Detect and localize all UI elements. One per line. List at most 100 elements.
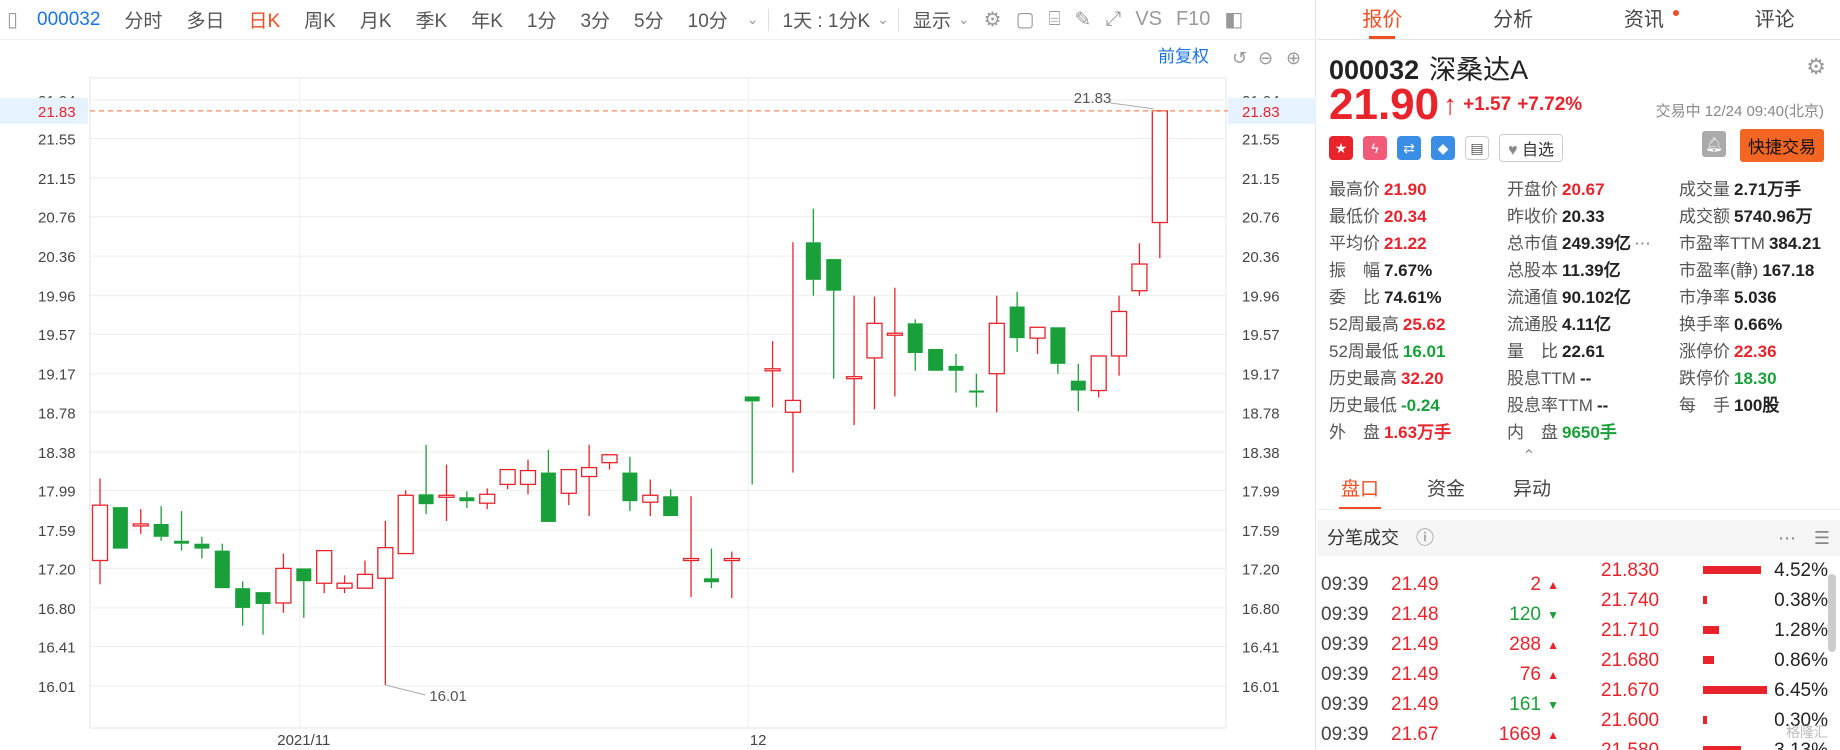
chevron-down-icon[interactable]: ⌄ [740, 11, 766, 28]
candle[interactable] [397, 490, 414, 555]
candle[interactable] [377, 520, 394, 686]
candle[interactable] [1029, 326, 1046, 354]
candle[interactable] [826, 259, 842, 379]
candle[interactable] [580, 444, 598, 517]
period-tab[interactable]: 1分 [515, 6, 569, 33]
candle[interactable] [275, 553, 292, 613]
candle[interactable] [153, 506, 169, 541]
undo-icon[interactable]: ↺ [1232, 48, 1247, 68]
candle[interactable] [214, 543, 230, 589]
square-icon[interactable]: ▢ [1009, 7, 1042, 32]
more-icon[interactable]: ⋯ [1634, 234, 1651, 253]
period-tab[interactable]: 多日 [174, 6, 236, 33]
flag-icon[interactable]: ★ [1329, 136, 1353, 160]
candle[interactable] [1009, 291, 1025, 352]
period-tab[interactable]: 月K [348, 6, 404, 33]
kline-chart[interactable]: 21.9421.9421.5521.5521.1521.1520.7620.76… [0, 40, 1316, 750]
candle[interactable] [845, 295, 863, 426]
candle[interactable] [663, 489, 679, 517]
detail-tab[interactable]: 异动 [1489, 470, 1575, 509]
period-select[interactable]: 1天 : 1分K [771, 6, 883, 33]
panel-tab[interactable]: 评论 [1709, 0, 1840, 39]
candle[interactable] [907, 319, 923, 371]
candle[interactable] [1050, 327, 1066, 374]
note-icon[interactable]: ▤ [1465, 136, 1489, 160]
chevron-up-icon[interactable]: ⌃ [1509, 446, 1549, 466]
candle[interactable] [723, 551, 740, 599]
price-distribution[interactable]: 21.830 4.52% 21.740 0.38% 21.710 1.28% 21.680 0… [1579, 556, 1840, 750]
candle[interactable] [1131, 243, 1148, 296]
shuffle-icon[interactable]: ⇄ [1397, 136, 1421, 160]
candle[interactable] [682, 496, 700, 598]
candle[interactable] [194, 536, 210, 559]
lightning-icon[interactable]: ϟ [1363, 136, 1387, 160]
candle[interactable] [642, 479, 659, 517]
candle[interactable] [296, 568, 312, 618]
pencil-icon[interactable]: ✎ [1067, 7, 1098, 32]
tick-list[interactable]: 09:39 21.49 2 ▲ 09:39 21.48 120 ▼ 09:39 21.49 288 ▲… [1317, 556, 1579, 750]
candle[interactable] [805, 208, 821, 296]
stock-code[interactable]: 000032 [25, 9, 112, 31]
period-tab[interactable]: 季K [404, 6, 460, 33]
expand-icon[interactable]: ⤢ [1098, 8, 1128, 31]
bell-icon[interactable]: 🔔︎ [1702, 131, 1726, 157]
period-tab[interactable]: 10分 [676, 6, 740, 33]
candle[interactable] [1110, 295, 1128, 376]
candle[interactable] [560, 468, 577, 506]
period-tab[interactable]: 日K [236, 6, 292, 33]
candle[interactable] [622, 456, 638, 512]
candle[interactable] [255, 592, 271, 635]
candle[interactable] [356, 560, 374, 589]
period-tab[interactable]: 5分 [622, 6, 676, 33]
tag-icon[interactable]: ◆ [1431, 136, 1455, 160]
candle[interactable] [1070, 363, 1086, 412]
add-favorite-button[interactable]: ♥ 自选 [1499, 134, 1563, 162]
zoom-in-icon[interactable]: ⊕ [1286, 48, 1301, 68]
candle[interactable] [459, 491, 475, 509]
candle[interactable] [968, 373, 984, 408]
candle[interactable] [418, 444, 434, 515]
candle[interactable] [601, 454, 618, 470]
scrollbar[interactable] [1828, 574, 1836, 652]
f10-icon[interactable]: F10 [1169, 8, 1217, 31]
candle[interactable] [866, 296, 883, 410]
period-tab[interactable]: 年K [459, 6, 515, 33]
candle[interactable] [438, 464, 455, 521]
period-tab[interactable]: 周K [292, 6, 348, 33]
gear-icon[interactable]: ⚙ [977, 7, 1009, 32]
candle[interactable] [336, 575, 353, 594]
candle[interactable] [479, 488, 496, 510]
candle[interactable] [1151, 110, 1168, 259]
candle[interactable] [1090, 355, 1107, 398]
candle[interactable] [988, 295, 1005, 413]
kline-svg[interactable]: 21.9421.9421.5521.5521.1521.1520.7620.76… [0, 40, 1316, 750]
info-icon[interactable]: ⓘ [1416, 528, 1434, 548]
more-icon[interactable]: ⋯ [1778, 520, 1796, 556]
vs-icon[interactable]: VS [1128, 8, 1169, 31]
sidebar-toggle-icon[interactable]: ▯ [0, 7, 25, 32]
detail-tab[interactable]: 资金 [1403, 470, 1489, 509]
gear-icon[interactable]: ⚙ [1806, 54, 1826, 80]
candle[interactable] [235, 581, 251, 626]
candle[interactable] [744, 396, 760, 485]
period-tab[interactable]: 3分 [568, 6, 622, 33]
candle[interactable] [112, 507, 128, 549]
chevron-down-icon[interactable]: ⌄ [870, 11, 896, 28]
candle[interactable] [499, 468, 516, 490]
camera-icon[interactable]: ⌸ [1041, 8, 1067, 31]
panel-tab[interactable]: 报价 [1317, 0, 1448, 39]
fq-toggle[interactable]: 前复权 [1158, 47, 1209, 66]
candle[interactable] [784, 242, 802, 473]
candle[interactable] [174, 511, 190, 551]
panel-icon[interactable]: ◧ [1217, 7, 1250, 32]
detail-tab[interactable]: 盘口 [1317, 470, 1403, 509]
chevron-down-icon[interactable]: ⌄ [951, 11, 977, 28]
candle[interactable] [928, 349, 944, 371]
candle[interactable] [519, 459, 537, 495]
zoom-out-icon[interactable]: ⊖ [1258, 48, 1273, 68]
list-icon[interactable]: ☰ [1814, 520, 1830, 556]
candle[interactable] [886, 287, 904, 397]
panel-tab[interactable]: 分析 [1448, 0, 1579, 39]
candle[interactable] [316, 549, 333, 594]
panel-tab[interactable]: 资讯 [1579, 0, 1710, 39]
